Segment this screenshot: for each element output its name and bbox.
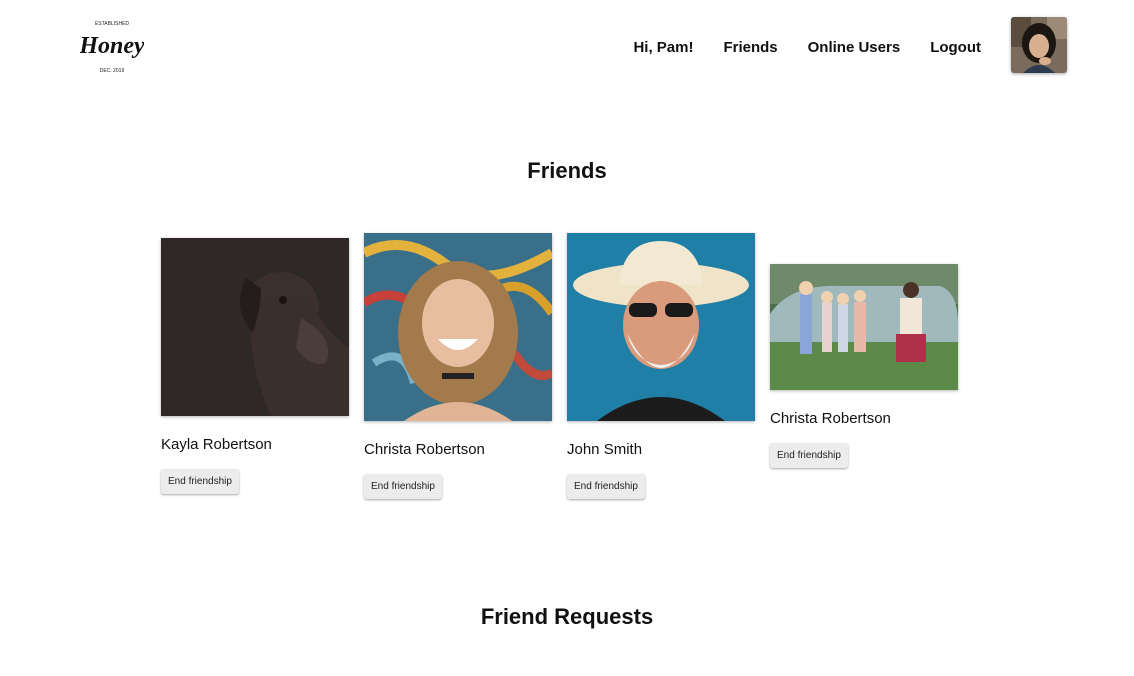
svg-text:ESTABLISHED: ESTABLISHED: [95, 21, 129, 27]
end-friendship-button[interactable]: End friendship: [161, 469, 239, 494]
nav-logout-link[interactable]: Logout: [930, 39, 981, 56]
vintage-family-photo: [770, 264, 958, 390]
end-friendship-button[interactable]: End friendship: [364, 474, 442, 499]
friend-card: John Smith End friendship: [567, 233, 755, 499]
friend-name: Kayla Robertson: [161, 436, 272, 453]
friend-card: Kayla Robertson End friendship: [161, 238, 349, 494]
greeting-link[interactable]: Hi, Pam!: [633, 39, 693, 56]
honey-logo[interactable]: ESTABLISHED Honey DEC. 2019: [78, 16, 145, 76]
nav-friends-link[interactable]: Friends: [723, 39, 777, 56]
man-in-cowboy-hat-photo: [567, 233, 755, 421]
nav-online-users-link[interactable]: Online Users: [808, 39, 901, 56]
end-friendship-button[interactable]: End friendship: [567, 474, 645, 499]
header: ESTABLISHED Honey DEC. 2019 Hi, Pam! Fri…: [0, 0, 1134, 96]
svg-text:Honey: Honey: [80, 33, 144, 59]
main-nav: Hi, Pam! Friends Online Users Logout: [633, 39, 981, 56]
friend-name: John Smith: [567, 441, 643, 458]
dog-portrait-photo: [161, 238, 349, 416]
friend-name: Christa Robertson: [364, 441, 485, 458]
friend-requests-heading: Friend Requests: [480, 604, 654, 629]
friend-name: Christa Robertson: [770, 410, 891, 427]
end-friendship-button[interactable]: End friendship: [770, 443, 848, 468]
svg-text:DEC. 2019: DEC. 2019: [100, 68, 125, 74]
friend-card: Christa Robertson End friendship: [364, 233, 552, 499]
smiling-woman-photo: [364, 233, 552, 421]
friends-heading: Friends: [527, 158, 607, 183]
user-avatar[interactable]: [1011, 17, 1067, 73]
friend-card: Christa Robertson End friendship: [770, 264, 958, 468]
